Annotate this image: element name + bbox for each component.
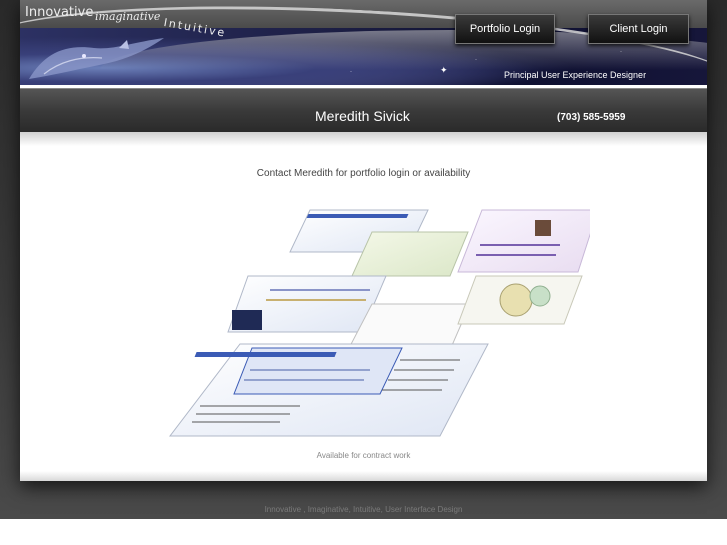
client-login-button[interactable]: Client Login: [588, 14, 689, 44]
designer-name: Meredith Sivick: [315, 108, 410, 124]
name-bar: Meredith Sivick (703) 585-5959: [20, 88, 707, 132]
frame-bottom-edge: [20, 471, 707, 481]
portfolio-screenshots-collage-icon: [168, 209, 590, 437]
tagline-imaginative: imaginative: [95, 10, 161, 23]
footer-tagline: Innovative , Imaginative, Intuitive, Use…: [264, 505, 463, 514]
phone-number: (703) 585-5959: [557, 112, 626, 123]
name-bar-shadow: [20, 132, 707, 146]
tagline-innovative: Innovative: [25, 5, 94, 20]
dragon-illustration-icon: [29, 38, 164, 79]
contact-message: Contact Meredith for portfolio login or …: [256, 168, 471, 179]
portfolio-login-button[interactable]: Portfolio Login: [455, 14, 555, 44]
role-title: Principal User Experience Designer: [504, 70, 647, 80]
availability-note: Available for contract work: [316, 451, 411, 460]
page-background: ✦ · · · Innovative imaginative Intuitive…: [0, 0, 727, 519]
content-frame: ✦ · · · Innovative imaginative Intuitive…: [20, 0, 707, 481]
header-banner: ✦ · · · Innovative imaginative Intuitive…: [20, 0, 707, 85]
